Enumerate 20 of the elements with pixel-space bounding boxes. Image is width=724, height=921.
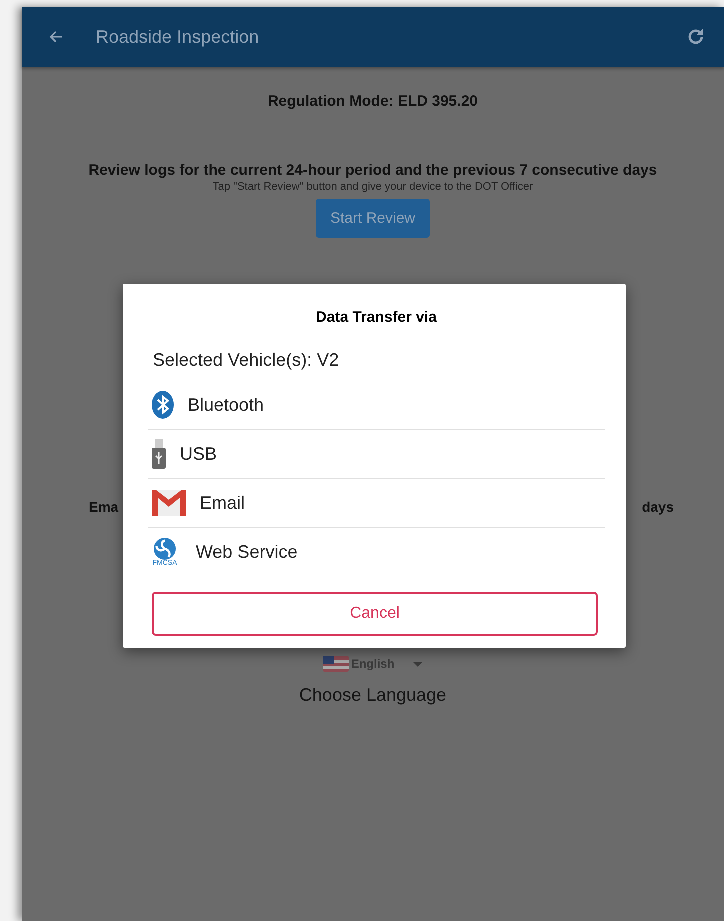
screen-title: Roadside Inspection [96, 26, 260, 48]
email-heading-fragment: days [642, 499, 674, 515]
selected-vehicles-text: Selected Vehicle(s): V2 [153, 350, 340, 371]
dialog-title: Data Transfer via [315, 309, 438, 326]
back-arrow-icon[interactable] [48, 29, 64, 45]
regulation-mode-text: Regulation Mode: ELD 395.20 [268, 93, 478, 110]
usb-drive-icon [152, 439, 166, 469]
review-hint: Tap "Start Review" button and give your device to the DOT Officer [212, 181, 534, 193]
email-heading-fragment: Ema [89, 499, 119, 515]
flag-icon [323, 656, 350, 672]
cancel-button[interactable]: Cancel [152, 592, 598, 636]
refresh-icon[interactable] [686, 27, 706, 47]
review-heading: Review logs for the current 24-hour period and the previous 7 consecutive days [88, 162, 658, 179]
envelope-m-icon [152, 490, 186, 516]
bluetooth-icon [152, 391, 174, 419]
transfer-option[interactable]: USB [148, 430, 605, 479]
choose-language-label: Choose Language [299, 685, 447, 706]
transfer-option[interactable]: Bluetooth [148, 381, 605, 430]
transfer-option[interactable]: Email [148, 479, 605, 528]
caret-icon [412, 662, 423, 666]
